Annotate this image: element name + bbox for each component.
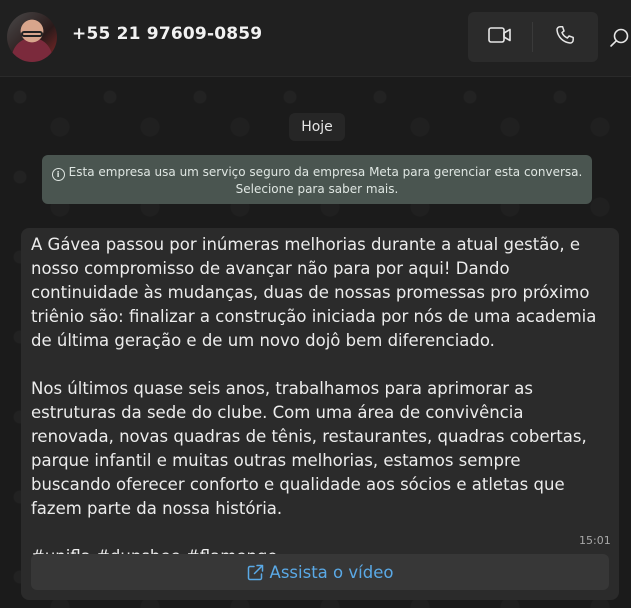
- contact-name[interactable]: +55 21 97609-0859: [72, 24, 262, 44]
- external-link-icon: [247, 564, 264, 581]
- message-paragraph-2: Nos últimos quase seis anos, trabalhamos…: [31, 379, 587, 518]
- avatar[interactable]: [7, 12, 57, 62]
- chat-header: +55 21 97609-0859: [0, 0, 631, 77]
- business-info-banner[interactable]: i Esta empresa usa um serviço seguro da e…: [42, 155, 592, 204]
- voice-call-button[interactable]: [533, 12, 597, 62]
- info-banner-line2: Selecione para saber mais.: [235, 182, 399, 196]
- search-button[interactable]: [604, 24, 631, 52]
- info-banner-line1: i Esta empresa usa um serviço seguro da e…: [42, 164, 592, 181]
- watch-video-button[interactable]: Assista o vídeo: [31, 554, 609, 590]
- message-text: A Gávea passou por inúmeras melhorias du…: [31, 233, 601, 569]
- search-icon: [604, 28, 631, 56]
- video-call-button[interactable]: [468, 12, 532, 62]
- message-timestamp: 15:01: [579, 534, 611, 547]
- watch-video-label: Assista o vídeo: [269, 562, 394, 582]
- date-divider: Hoje: [289, 113, 345, 141]
- call-button-group: [468, 12, 598, 62]
- info-icon: i: [51, 168, 65, 181]
- phone-icon: [555, 25, 575, 49]
- message-paragraph-1: A Gávea passou por inúmeras melhorias du…: [31, 235, 597, 350]
- video-camera-icon: [488, 26, 512, 48]
- info-banner-text: Esta empresa usa um serviço seguro da em…: [68, 165, 583, 179]
- avatar-glasses: [21, 31, 43, 37]
